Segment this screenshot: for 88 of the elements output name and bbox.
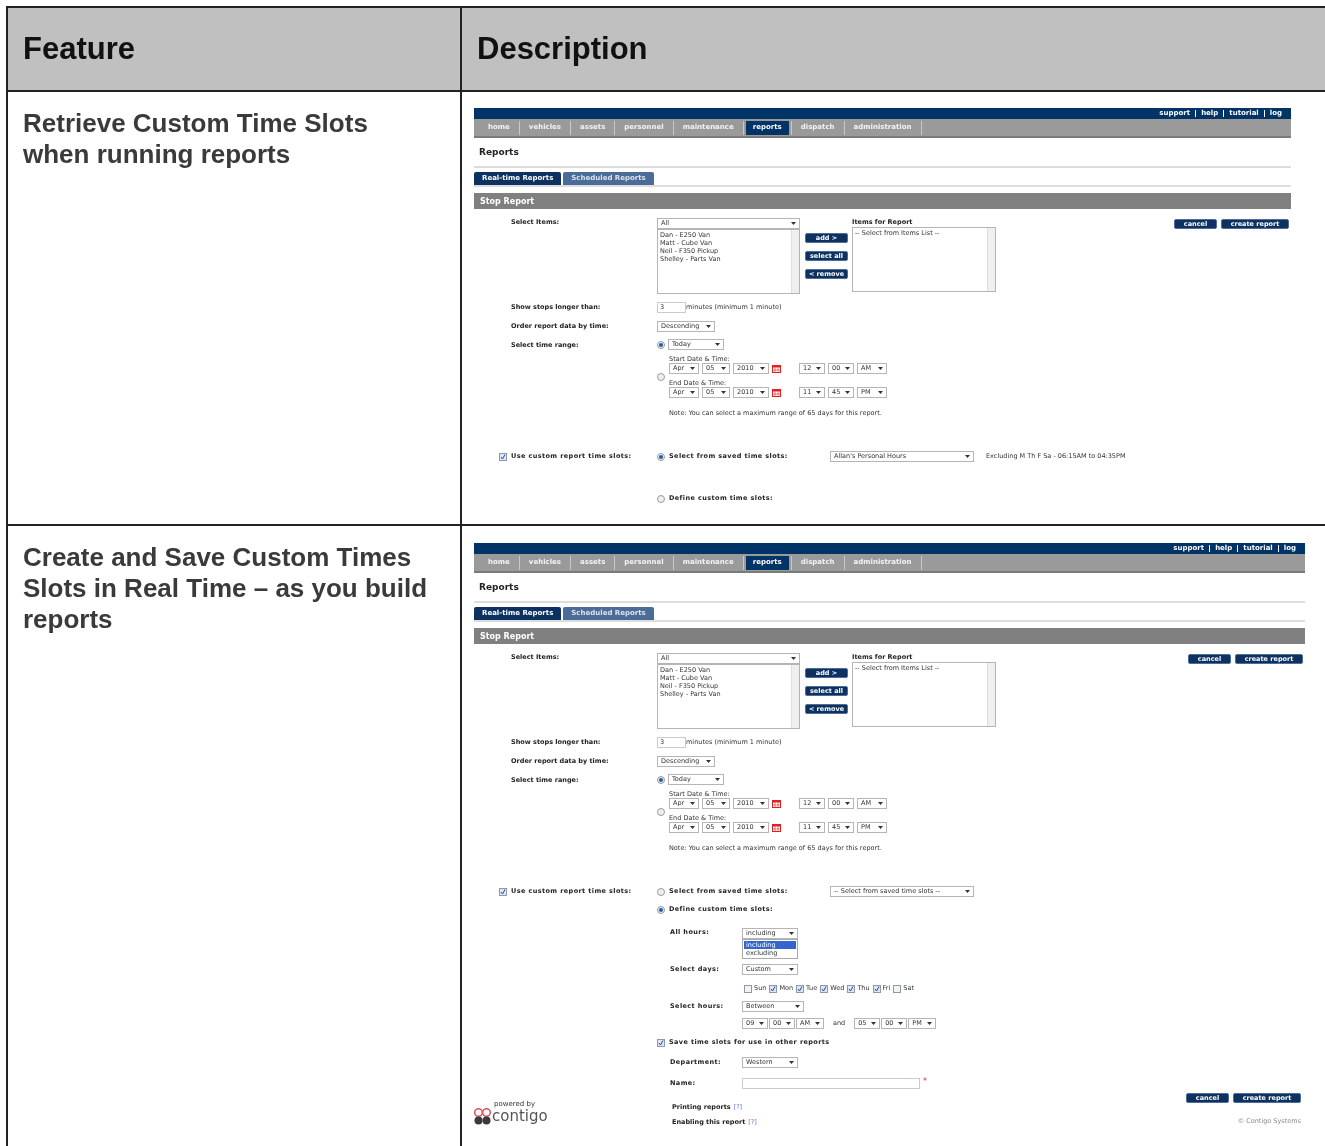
radio-button[interactable] (657, 372, 665, 381)
section-title: Stop Report (480, 196, 535, 206)
caret-icon (721, 802, 726, 805)
caret-icon (878, 367, 883, 370)
caret-icon (786, 1022, 791, 1025)
radio-button[interactable] (657, 887, 665, 896)
caret-icon (871, 1022, 877, 1025)
caret-icon (816, 367, 821, 370)
caret-icon (706, 325, 711, 328)
column-header: Description (462, 8, 1325, 90)
checkmark-icon (873, 985, 880, 992)
scrollbar[interactable] (987, 228, 995, 291)
radio-button[interactable] (657, 775, 665, 784)
caret-icon (878, 826, 883, 829)
caret-icon (760, 802, 765, 805)
caret-icon (845, 826, 850, 829)
checkbox[interactable] (796, 984, 805, 993)
checkbox[interactable] (820, 984, 829, 993)
checkmark-icon (500, 453, 506, 460)
caret-icon (690, 391, 695, 394)
checkbox[interactable] (893, 984, 902, 993)
feature-text: Retrieve Custom Time Slots when running reports (23, 108, 368, 169)
caret-icon (760, 367, 765, 370)
checkbox[interactable] (872, 984, 881, 993)
caret-icon (721, 826, 726, 829)
calendar-icon (772, 364, 781, 373)
caret-icon (789, 932, 794, 935)
name-field[interactable] (742, 1078, 920, 1089)
checkmark-icon (658, 1039, 664, 1046)
radio-button[interactable] (657, 807, 665, 816)
checkmark-icon (770, 985, 777, 992)
caret-icon (715, 778, 720, 781)
calendar-icon (772, 388, 781, 397)
caret-icon (791, 657, 796, 660)
checkbox[interactable] (769, 984, 778, 993)
scrollbar[interactable] (791, 665, 799, 728)
caret-icon (845, 391, 850, 394)
caret-icon (816, 802, 821, 805)
caret-icon (706, 760, 711, 763)
caret-icon (815, 1022, 820, 1025)
caret-icon (690, 826, 695, 829)
caret-icon (721, 391, 726, 394)
checkbox[interactable] (744, 984, 752, 993)
checkbox[interactable] (847, 984, 856, 993)
section-title: Stop Report (480, 631, 535, 641)
caret-icon (965, 455, 970, 458)
checkmark-icon (797, 985, 804, 992)
caret-icon (690, 802, 695, 805)
caret-icon (795, 1005, 800, 1008)
page-title: Reports (479, 582, 519, 592)
required-mark: * (923, 1078, 927, 1086)
caret-icon (760, 826, 765, 829)
calendar-icon (772, 799, 781, 808)
feature-text: Create and Save Custom Times Slots in Real Time – as you build reports (23, 542, 428, 634)
radio-button[interactable] (657, 494, 665, 503)
caret-icon (845, 367, 850, 370)
caret-icon (789, 1061, 794, 1064)
column-header: Feature (8, 8, 462, 90)
caret-icon (927, 1022, 933, 1025)
page-title: Reports (479, 147, 519, 157)
checkmark-icon (848, 985, 855, 992)
checkmark-icon (500, 888, 506, 895)
caret-icon (715, 343, 720, 346)
checkbox[interactable] (657, 1038, 665, 1047)
logo-icon (474, 1108, 491, 1125)
caret-icon (965, 890, 970, 893)
caret-icon (878, 802, 883, 805)
caret-icon (759, 1022, 764, 1025)
radio-button[interactable] (657, 340, 665, 349)
checkbox[interactable] (499, 887, 507, 896)
caret-icon (760, 391, 765, 394)
caret-icon (845, 802, 850, 805)
checkbox[interactable] (499, 452, 507, 461)
caret-icon (878, 391, 883, 394)
brand-name: contigo (492, 1109, 548, 1124)
radio-button[interactable] (657, 905, 665, 914)
caret-icon (816, 391, 821, 394)
scrollbar[interactable] (987, 663, 995, 726)
caret-icon (898, 1022, 904, 1025)
caret-icon (690, 367, 695, 370)
caret-icon (789, 968, 794, 971)
caret-icon (791, 222, 796, 225)
checkmark-icon (821, 985, 828, 992)
scrollbar[interactable] (791, 230, 799, 293)
calendar-icon (772, 823, 781, 832)
radio-button[interactable] (657, 452, 665, 461)
caret-icon (816, 826, 821, 829)
caret-icon (721, 367, 726, 370)
